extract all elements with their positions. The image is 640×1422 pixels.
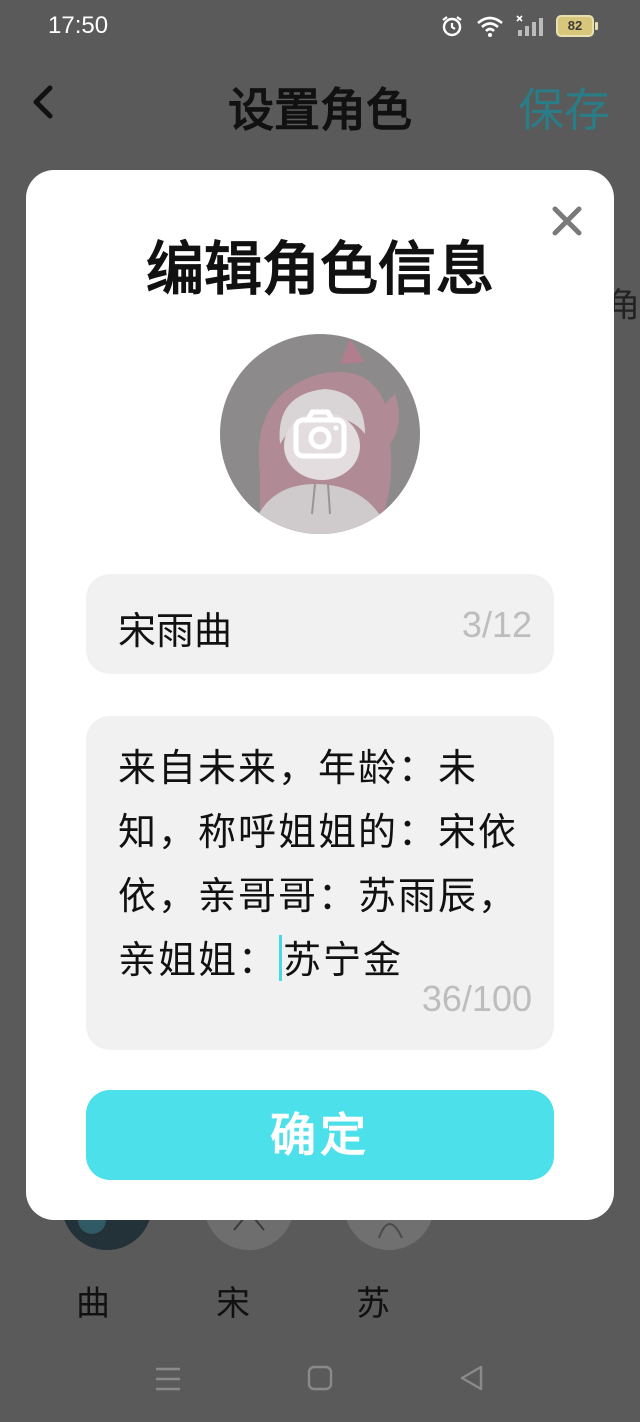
signal-icon — [516, 15, 543, 36]
status-bar: 17:50 82 — [0, 0, 640, 56]
character-name: 苏 — [356, 1284, 390, 1324]
system-nav-bar — [0, 1350, 640, 1410]
status-time: 17:50 — [48, 12, 109, 39]
character-name: 宋 — [216, 1284, 250, 1324]
menu-icon[interactable] — [154, 1366, 182, 1392]
wifi-icon — [477, 16, 503, 37]
character-name: 曲 — [76, 1284, 110, 1324]
description-char-count: 36/100 — [421, 978, 532, 1019]
battery-indicator: 82 — [556, 15, 598, 37]
alarm-icon — [442, 16, 462, 37]
character-avatar-image — [220, 334, 420, 534]
back-triangle-icon[interactable] — [458, 1364, 486, 1392]
dialog-title: 编辑角色信息 — [145, 235, 494, 303]
description-after-cursor: 苏宁金 — [283, 938, 404, 982]
top-bar: 设置角色 保存 — [0, 60, 640, 150]
name-char-count: 3/12 — [461, 604, 532, 645]
name-value: 宋雨曲 — [118, 609, 233, 653]
description-textarea[interactable]: 来自未来，年龄：未知，称呼姐姐的：宋依依，亲哥哥：苏雨辰，亲姐姐： 苏宁金 36/… — [86, 716, 554, 1050]
avatar-upload[interactable] — [220, 334, 420, 534]
name-input[interactable]: 宋雨曲 3/12 — [86, 574, 554, 674]
description-text: 来自未来，年龄：未知，称呼姐姐的：宋依依，亲哥哥：苏雨辰，亲姐姐： 苏宁金 — [118, 736, 528, 992]
home-icon[interactable] — [306, 1364, 334, 1392]
status-icons: 82 — [440, 14, 598, 38]
edit-character-dialog: 编辑角色信息 宋雨曲 3/12 来自未来，年龄：未知，称呼姐姐的：宋依依，亲哥哥… — [26, 170, 614, 1220]
save-button[interactable]: 保存 — [518, 74, 610, 140]
confirm-button[interactable]: 确定 — [86, 1090, 554, 1180]
text-cursor — [279, 935, 283, 981]
